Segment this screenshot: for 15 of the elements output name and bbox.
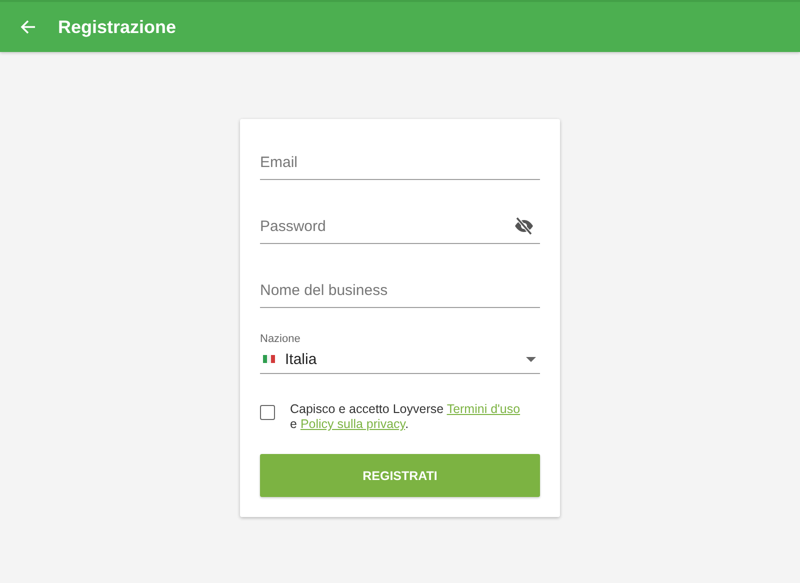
input-field[interactable]: Email (260, 145, 540, 180)
register-button[interactable]: REGISTRATI (260, 454, 540, 497)
input-field[interactable]: Nome del business (260, 273, 540, 308)
privacy-link[interactable]: Policy sulla privacy (300, 417, 406, 431)
country-select[interactable]: Nazione Italia (260, 333, 540, 374)
consent-text: Capisco e accetto Loyverse Termini d'uso e Policy sulla privacy. (290, 402, 520, 432)
terms-link[interactable]: Termini d'uso (446, 402, 520, 416)
field-label: Nazione (260, 333, 302, 345)
select-value: Italia (285, 350, 318, 368)
back-arrow-icon (20, 19, 36, 35)
page-title: Registrazione (58, 16, 176, 38)
flag-icon (263, 355, 275, 363)
caret-icon (526, 356, 536, 362)
terms-checkbox[interactable] (260, 405, 275, 420)
eye-slash-icon[interactable] (514, 217, 534, 235)
